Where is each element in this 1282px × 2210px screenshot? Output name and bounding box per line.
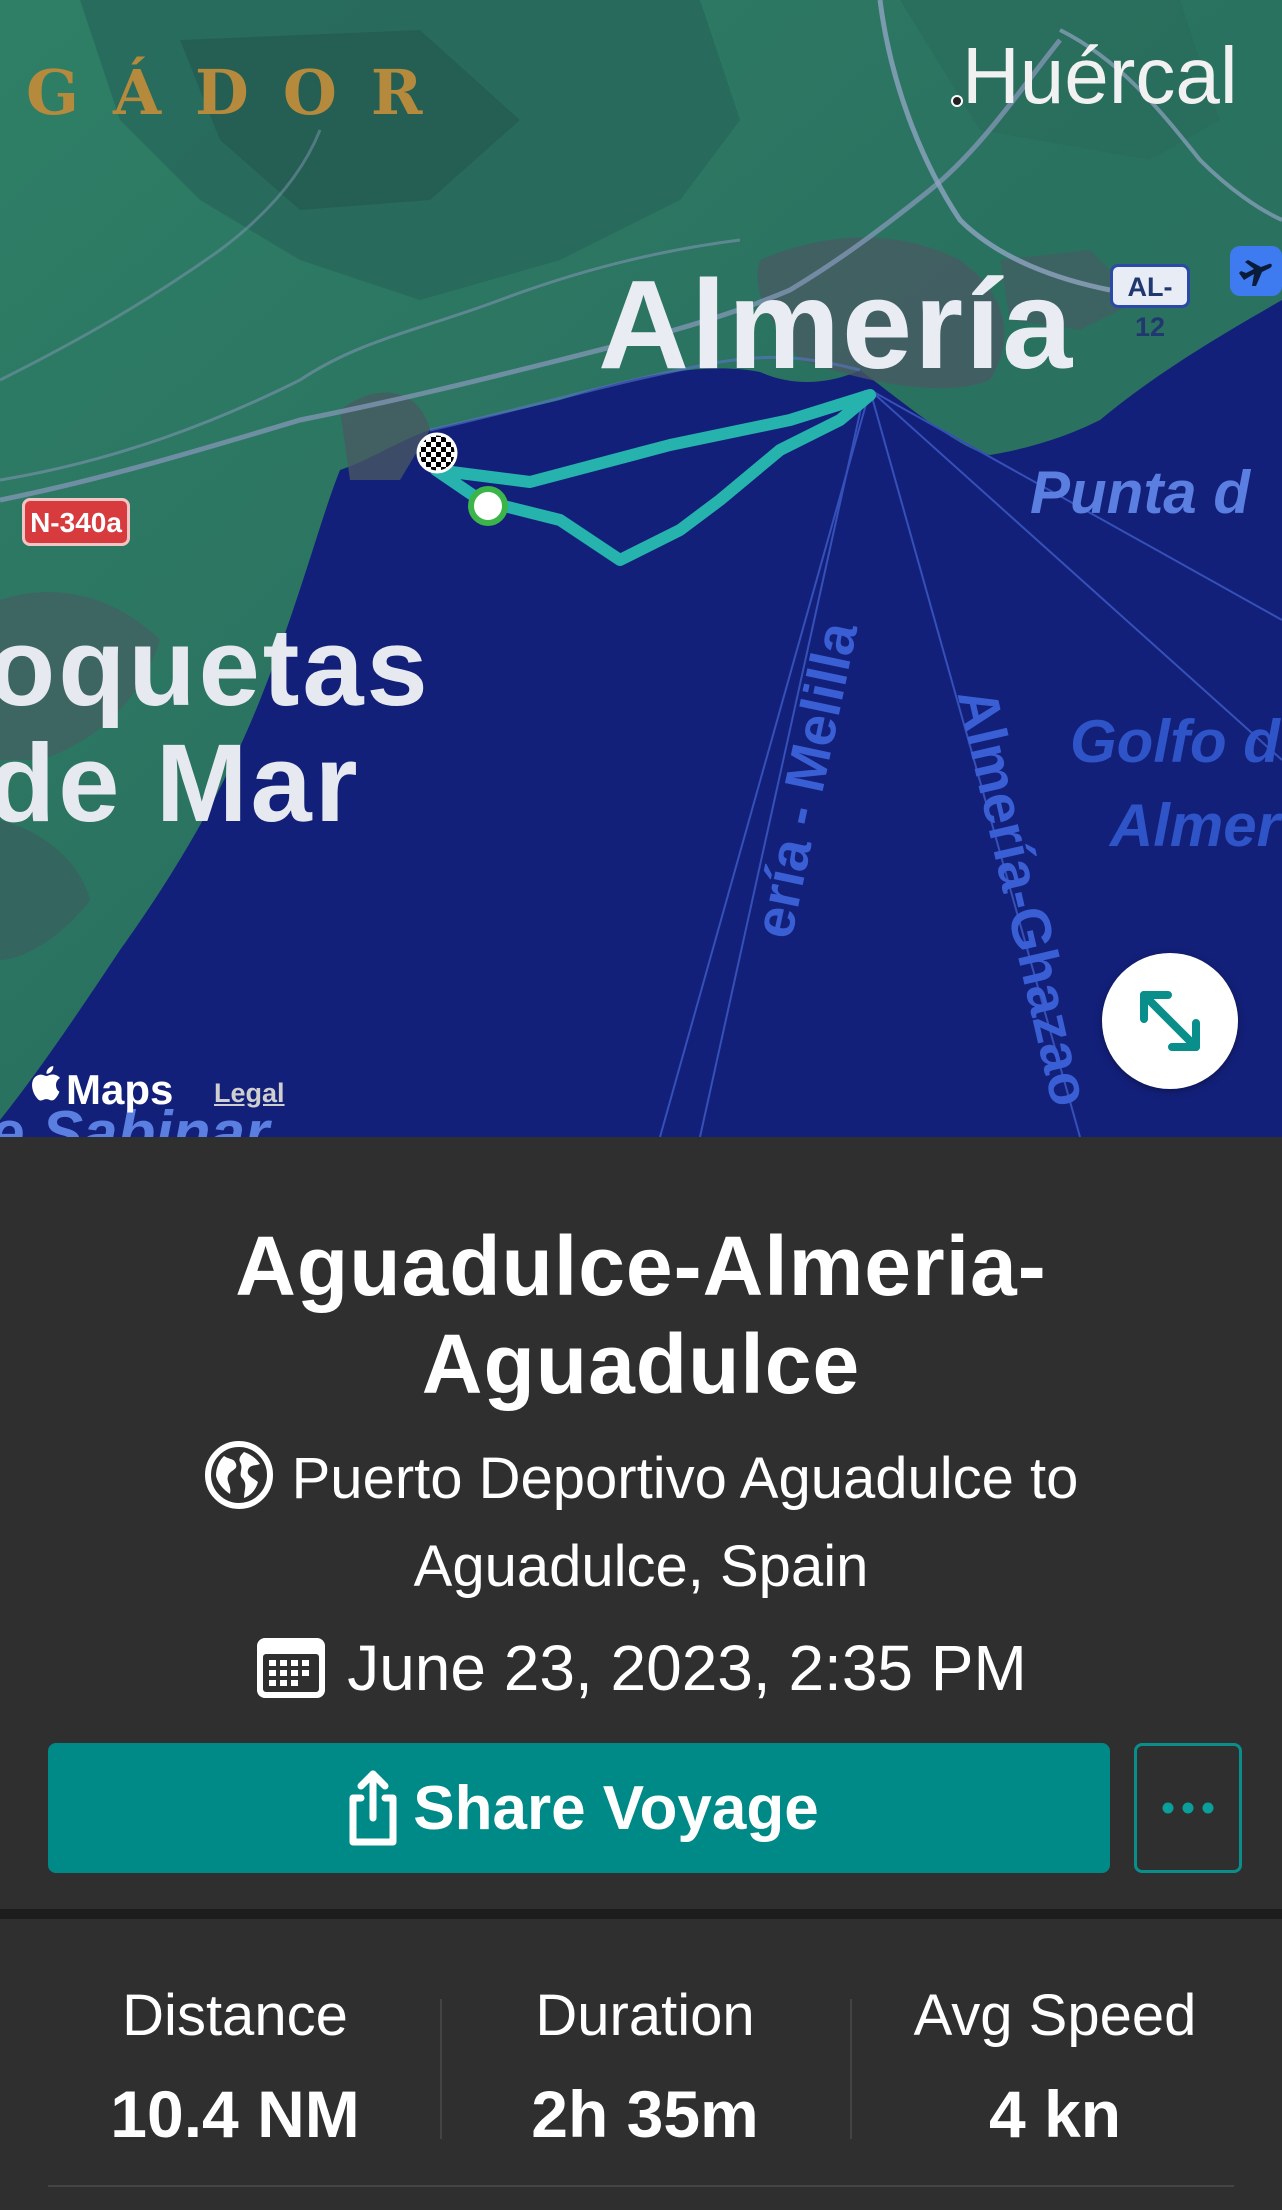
road-badge-n340a: N-340a bbox=[22, 498, 130, 546]
map-label-golfo-line2: Almer bbox=[1109, 792, 1280, 859]
maps-attribution-text: Maps bbox=[66, 1066, 174, 1113]
voyage-location: Puerto Deportivo Aguadulce to Aguadulce,… bbox=[110, 1435, 1172, 1611]
section-divider bbox=[0, 1909, 1282, 1919]
share-voyage-label: Share Voyage bbox=[413, 1773, 819, 1843]
voyage-location-text: Puerto Deportivo Aguadulce to Aguadulce,… bbox=[291, 1446, 1079, 1599]
calendar-icon bbox=[257, 1638, 326, 1698]
stat-label: Distance bbox=[122, 1983, 348, 2048]
map-label-almeria: Almería bbox=[598, 254, 1075, 395]
map-label-roquetas-line1: oquetas bbox=[0, 606, 431, 729]
ellipsis-icon bbox=[1162, 1802, 1214, 1814]
voyage-details-panel: Aguadulce-Almeria-Aguadulce Puerto Depor… bbox=[0, 1137, 1282, 2210]
stat-value: 2h 35m bbox=[531, 2077, 759, 2151]
voyage-stats: Distance 10.4 NM Duration 2h 35m Avg Spe… bbox=[0, 1937, 1282, 2177]
map-view[interactable]: GÁDOR Huércal Almería oquetas de Mar Pun… bbox=[0, 0, 1282, 1137]
expand-map-button[interactable] bbox=[1102, 953, 1238, 1089]
bottom-divider bbox=[48, 2185, 1234, 2187]
checkered-flag-icon bbox=[416, 432, 458, 474]
share-icon bbox=[349, 1770, 397, 1846]
globe-icon bbox=[204, 1441, 273, 1509]
voyage-title: Aguadulce-Almeria-Aguadulce bbox=[235, 1219, 1047, 1411]
apple-logo-icon bbox=[32, 1066, 60, 1101]
map-label-punta: Punta d bbox=[1030, 459, 1250, 526]
town-dot-icon bbox=[951, 95, 963, 107]
stat-value: 10.4 NM bbox=[110, 2077, 360, 2151]
airport-icon[interactable] bbox=[1230, 246, 1282, 296]
map-label-roquetas-line2: de Mar bbox=[0, 722, 361, 845]
voyage-date-text: June 23, 2023, 2:35 PM bbox=[347, 1632, 1027, 1704]
share-voyage-button[interactable]: Share Voyage bbox=[48, 1743, 1110, 1873]
legal-link[interactable]: Legal bbox=[214, 1078, 285, 1109]
stat-label: Duration bbox=[535, 1983, 755, 2048]
expand-icon bbox=[1140, 991, 1200, 1051]
map-background bbox=[0, 0, 1282, 1137]
map-label-golfo: Golfo d Almer bbox=[1070, 700, 1280, 868]
stat-value: 4 kn bbox=[988, 2077, 1122, 2151]
map-label-roquetas: oquetas de Mar bbox=[0, 610, 431, 842]
map-label-gador: GÁDOR bbox=[26, 56, 457, 129]
voyage-date: June 23, 2023, 2:35 PM bbox=[0, 1623, 1282, 1713]
apple-maps-attribution: Maps bbox=[30, 1064, 173, 1114]
more-options-button[interactable] bbox=[1134, 1743, 1242, 1873]
stat-duration: Duration 2h 35m bbox=[440, 1937, 850, 2159]
stat-distance: Distance 10.4 NM bbox=[30, 1937, 440, 2159]
start-point-icon bbox=[468, 486, 508, 526]
stat-label: Avg Speed bbox=[913, 1983, 1197, 2048]
map-label-huercal: Huércal bbox=[962, 31, 1238, 120]
map-label-golfo-line1: Golfo d bbox=[1070, 708, 1280, 775]
stat-avg-speed: Avg Speed 4 kn bbox=[850, 1937, 1260, 2159]
road-badge-al12: AL-12 bbox=[1110, 264, 1190, 342]
